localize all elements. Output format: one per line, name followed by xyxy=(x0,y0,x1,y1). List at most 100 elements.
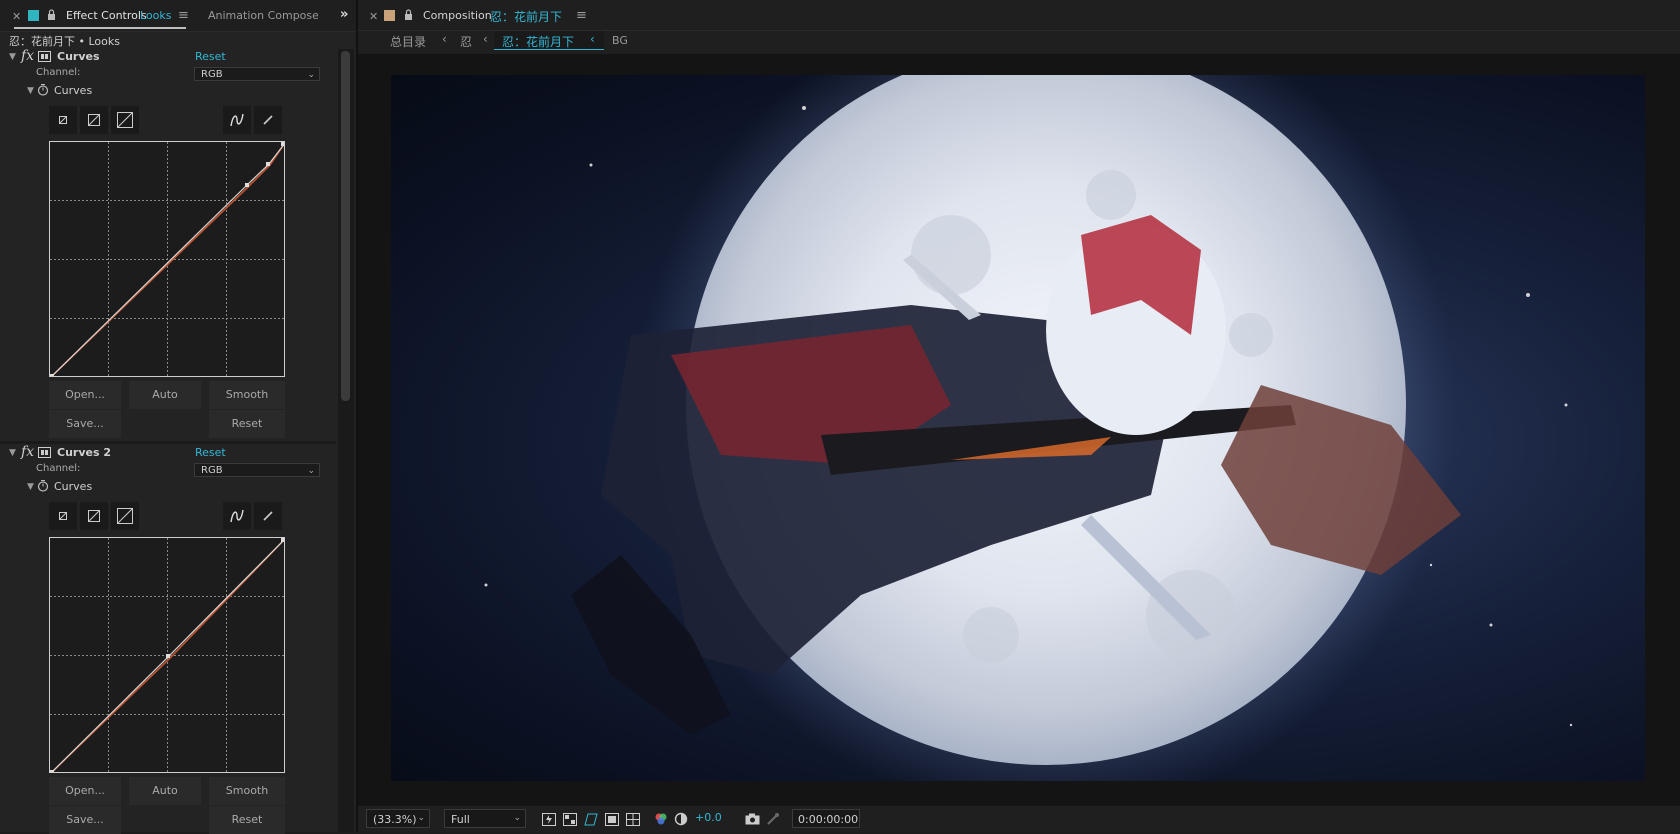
curves-prop-label: Curves xyxy=(54,84,93,97)
large-graph-button[interactable] xyxy=(111,106,139,134)
active-tab-underline xyxy=(14,27,186,29)
panel-menu-icon[interactable]: ≡ xyxy=(576,8,587,23)
bezier-tool-button[interactable] xyxy=(223,502,251,530)
grid-guides-button[interactable] xyxy=(624,810,642,828)
bezier-tool-button[interactable] xyxy=(223,106,251,134)
mask-visibility-button[interactable] xyxy=(603,810,621,828)
animation-composer-tab[interactable]: Animation Composer 3 xyxy=(208,9,318,22)
curves-graph[interactable] xyxy=(49,141,285,377)
resolution-dropdown[interactable]: Full ⌄ xyxy=(444,809,526,828)
exposure-value[interactable]: +0.0 xyxy=(695,811,722,824)
panel-menu-icon[interactable]: ≡ xyxy=(178,8,189,23)
bezier-tool-icon xyxy=(230,509,244,523)
chevron-down-icon: ⌄ xyxy=(307,466,315,476)
effect-controls-tab-label[interactable]: Effect Controls xyxy=(66,9,147,22)
fx-icon[interactable]: fx xyxy=(21,48,34,64)
reset-button[interactable]: Reset xyxy=(209,806,285,834)
effect-reset-link[interactable]: Reset xyxy=(195,50,226,63)
curves-prop-expand-icon[interactable]: ▼ xyxy=(27,482,34,492)
effect-name: Curves 2 xyxy=(57,446,111,459)
scrollbar-thumb[interactable] xyxy=(341,51,350,401)
effect-controls-tab-layer[interactable]: Looks xyxy=(140,9,172,22)
show-snapshot-icon xyxy=(767,813,779,825)
mask-visibility-icon xyxy=(605,812,619,826)
channel-value: RGB xyxy=(201,465,223,476)
close-tab-icon[interactable]: ✕ xyxy=(369,10,378,23)
effect-preset-icon xyxy=(38,51,51,62)
region-of-interest-button[interactable] xyxy=(582,810,600,828)
channel-dropdown[interactable]: RGB ⌄ xyxy=(194,67,320,81)
effect-reset-link[interactable]: Reset xyxy=(195,446,226,459)
curves-prop-expand-icon[interactable]: ▼ xyxy=(27,86,34,96)
reset-exposure-button[interactable] xyxy=(672,810,690,828)
save-button[interactable]: Save... xyxy=(49,410,121,438)
channel-button[interactable] xyxy=(652,810,670,828)
breadcrumb-item[interactable]: 忍 xyxy=(460,33,472,50)
chevron-down-icon: ⌄ xyxy=(513,813,521,823)
curves-graph[interactable] xyxy=(49,537,285,773)
stopwatch-icon[interactable] xyxy=(37,83,49,96)
close-tab-icon[interactable]: ✕ xyxy=(12,10,21,23)
effect-expand-icon[interactable]: ▼ xyxy=(9,52,16,62)
comp-tab-name[interactable]: 忍：花前月下 xyxy=(490,8,562,25)
stopwatch-icon[interactable] xyxy=(37,479,49,492)
show-snapshot-button[interactable] xyxy=(764,810,782,828)
breadcrumb-active[interactable]: 忍：花前月下 ‹ xyxy=(494,31,604,50)
overflow-tabs-icon[interactable]: » xyxy=(340,7,348,22)
medium-graph-icon xyxy=(88,510,100,522)
medium-graph-button[interactable] xyxy=(80,106,108,134)
small-graph-icon xyxy=(59,512,67,520)
effect-controls-panel: ✕ Effect Controls Looks ≡ Animation Comp… xyxy=(0,0,356,834)
effect-curves: ▼ fx Curves Reset Channel: RGB ⌄ ▼ Curve… xyxy=(0,48,336,442)
transparency-grid-button[interactable] xyxy=(561,810,579,828)
open-button[interactable]: Open... xyxy=(49,777,121,805)
save-button[interactable]: Save... xyxy=(49,806,121,834)
fx-icon[interactable]: fx xyxy=(21,444,34,460)
timecode-field[interactable]: 0:00:00:00 xyxy=(792,809,860,828)
composition-panel: ✕ Composition 忍：花前月下 ≡ 总目录 ‹ 忍 ‹ 忍：花前月下 … xyxy=(358,0,1680,832)
medium-graph-button[interactable] xyxy=(80,502,108,530)
layer-path-layer: • Looks xyxy=(78,35,120,48)
auto-button[interactable]: Auto xyxy=(129,381,201,409)
pencil-icon xyxy=(263,115,273,125)
layer-path-comp: 忍：花前月下 xyxy=(9,35,75,48)
open-button[interactable]: Open... xyxy=(49,381,121,409)
pencil-tool-button[interactable] xyxy=(254,502,282,530)
small-graph-button[interactable] xyxy=(49,106,77,134)
auto-button[interactable]: Auto xyxy=(129,777,201,805)
pencil-tool-button[interactable] xyxy=(254,106,282,134)
exposure-icon xyxy=(674,812,688,826)
channel-label: Channel: xyxy=(36,463,81,474)
chevron-down-icon: ⌄ xyxy=(307,70,315,80)
chevron-left-icon: ‹ xyxy=(442,32,447,46)
smooth-button[interactable]: Smooth xyxy=(209,777,285,805)
effect-name: Curves xyxy=(57,50,100,63)
channel-dropdown[interactable]: RGB ⌄ xyxy=(194,463,320,477)
zoom-dropdown[interactable]: (33.3%) ⌄ xyxy=(366,809,430,828)
effect-preset-icon xyxy=(38,447,51,458)
comp-tab-prefix[interactable]: Composition xyxy=(423,9,492,22)
medium-graph-icon xyxy=(88,114,100,126)
viewer-bottom-bar: (33.3%) ⌄ Full ⌄ +0.0 0:00:00:00 xyxy=(358,806,1680,832)
layer-path: 忍：花前月下 • Looks xyxy=(9,33,120,49)
reset-button[interactable]: Reset xyxy=(209,410,285,438)
panel-tab-bar: ✕ Effect Controls Looks ≡ Animation Comp… xyxy=(0,0,356,32)
transparency-grid-icon xyxy=(563,812,577,826)
effect-expand-icon[interactable]: ▼ xyxy=(9,448,16,458)
small-graph-button[interactable] xyxy=(49,502,77,530)
lock-icon[interactable] xyxy=(404,9,413,21)
breadcrumb-item[interactable]: 总目录 xyxy=(390,33,426,50)
fast-previews-icon xyxy=(542,812,556,826)
fast-previews-button[interactable] xyxy=(540,810,558,828)
breadcrumb-item[interactable]: BG xyxy=(612,34,628,47)
smooth-button[interactable]: Smooth xyxy=(209,381,285,409)
small-graph-icon xyxy=(59,116,67,124)
timecode-value: 0:00:00:00 xyxy=(798,813,859,826)
large-graph-icon xyxy=(117,112,133,128)
region-of-interest-icon xyxy=(584,813,598,825)
channel-label: Channel: xyxy=(36,67,81,78)
snapshot-button[interactable] xyxy=(743,810,761,828)
comp-frame-image[interactable] xyxy=(391,75,1645,781)
lock-icon[interactable] xyxy=(47,9,56,21)
large-graph-button[interactable] xyxy=(111,502,139,530)
